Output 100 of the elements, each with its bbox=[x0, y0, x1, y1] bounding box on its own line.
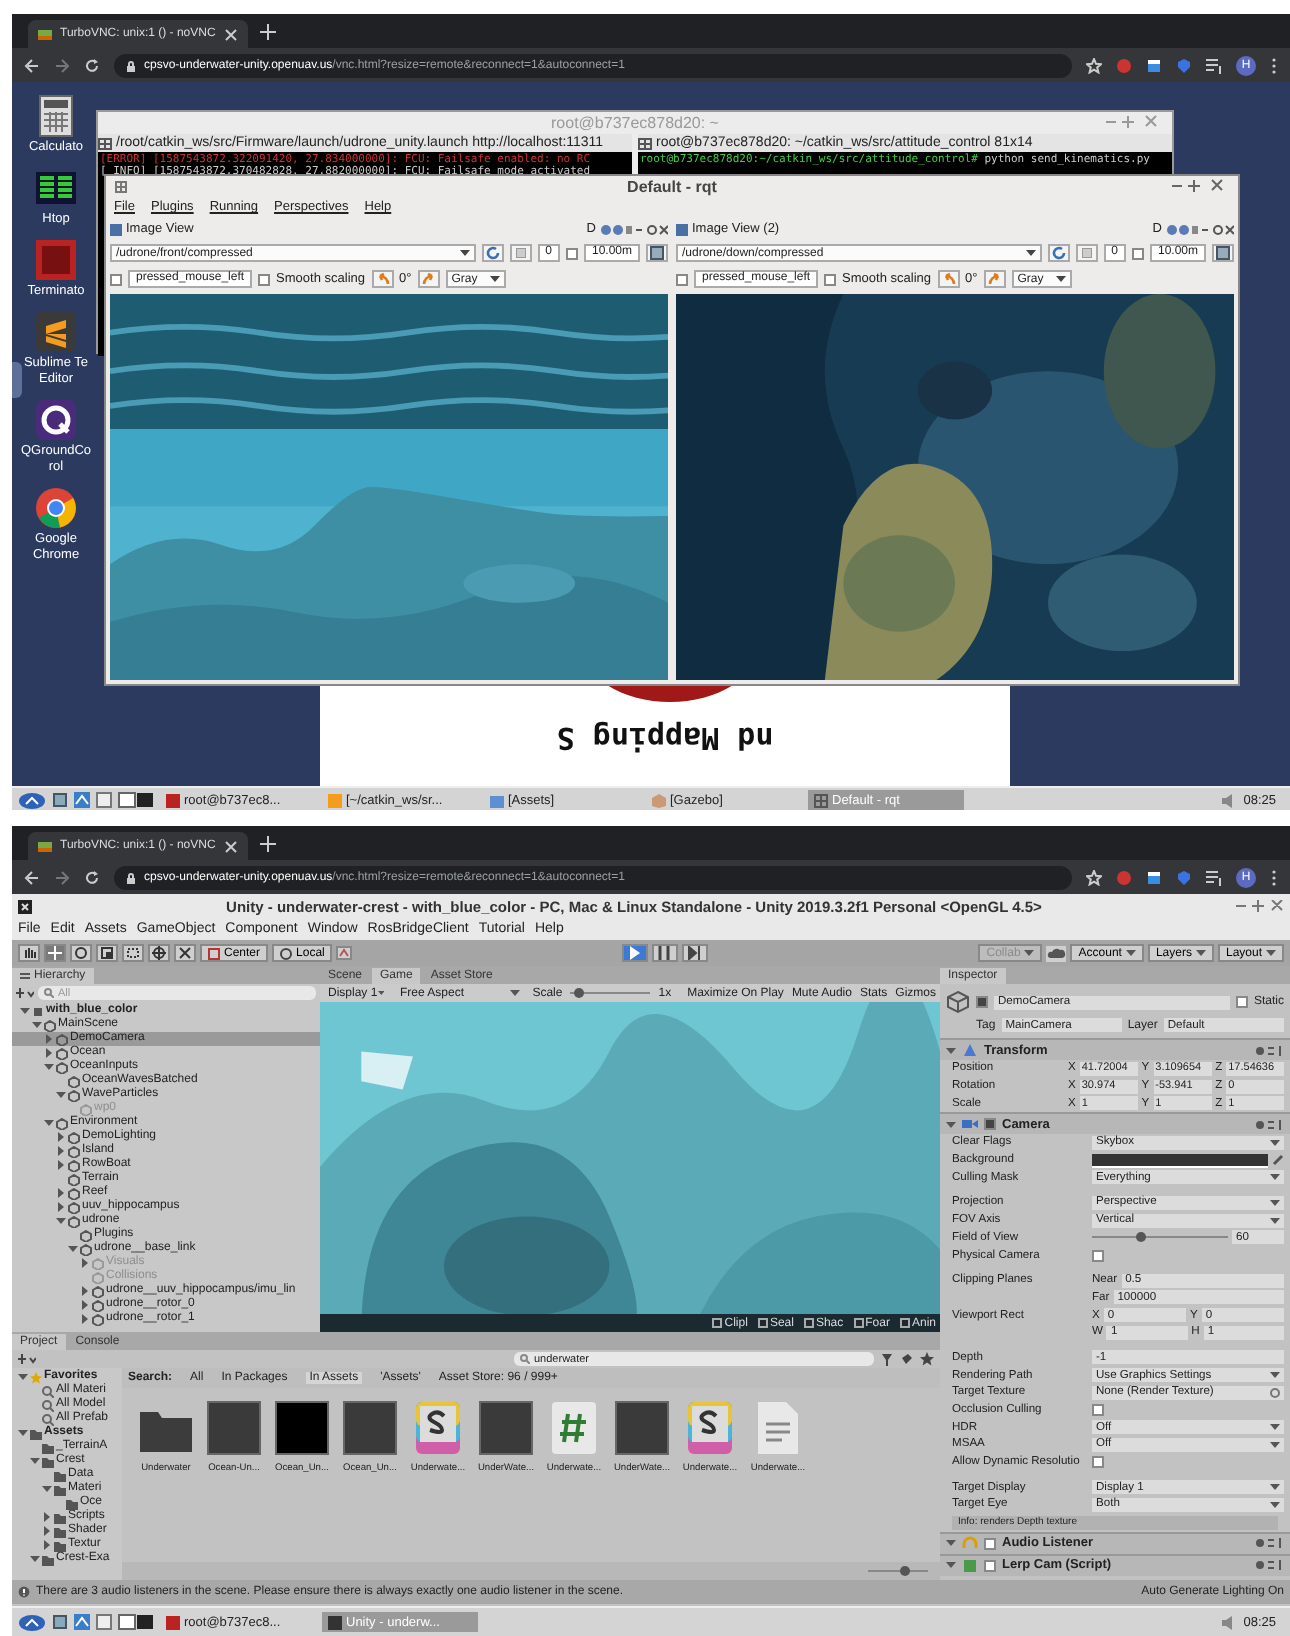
expanded-arrow-icon[interactable] bbox=[30, 1456, 40, 1466]
tool-button[interactable] bbox=[44, 944, 66, 962]
checkbox[interactable] bbox=[984, 1118, 996, 1131]
checkbox[interactable] bbox=[984, 1537, 996, 1550]
thumbnail-icon[interactable] bbox=[342, 1400, 398, 1456]
folder-icon[interactable] bbox=[52, 1614, 68, 1630]
shield-icon[interactable] bbox=[1176, 869, 1192, 885]
workspace-icon[interactable] bbox=[118, 792, 154, 808]
record-icon[interactable] bbox=[1116, 57, 1132, 73]
refresh-button[interactable] bbox=[1047, 244, 1070, 262]
forward-icon[interactable] bbox=[54, 869, 70, 885]
rotate-right-button[interactable] bbox=[983, 270, 1006, 288]
volume-icon[interactable] bbox=[1221, 1615, 1238, 1629]
tool-button[interactable] bbox=[96, 944, 118, 962]
checkbox[interactable] bbox=[1092, 1404, 1104, 1417]
calculator-icon[interactable] bbox=[33, 94, 78, 138]
back-icon[interactable] bbox=[24, 869, 40, 885]
thumbnail-icon[interactable] bbox=[614, 1400, 670, 1456]
thumbnail-icon[interactable] bbox=[206, 1400, 262, 1456]
checkbox[interactable] bbox=[110, 273, 122, 285]
tool-button[interactable] bbox=[18, 944, 40, 962]
star-icon[interactable] bbox=[1086, 869, 1102, 885]
expanded-arrow-icon[interactable] bbox=[946, 1119, 956, 1130]
new-tab-icon[interactable] bbox=[260, 835, 276, 851]
slider-thumb[interactable] bbox=[900, 1566, 910, 1576]
menu-icon[interactable] bbox=[1270, 57, 1278, 73]
reload-icon[interactable] bbox=[84, 869, 100, 885]
pause-button[interactable] bbox=[652, 944, 679, 962]
tool-button[interactable] bbox=[174, 944, 196, 962]
checkbox[interactable] bbox=[1092, 1456, 1104, 1469]
checkbox[interactable] bbox=[1131, 247, 1144, 259]
checkbox[interactable] bbox=[1092, 1249, 1104, 1262]
script-icon[interactable] bbox=[546, 1400, 602, 1456]
shader-icon[interactable] bbox=[682, 1400, 738, 1456]
window-controls-icon[interactable] bbox=[1236, 900, 1284, 912]
slider-thumb[interactable] bbox=[1135, 1232, 1146, 1243]
panel-tools-icon[interactable] bbox=[1166, 223, 1198, 235]
expanded-arrow-icon[interactable] bbox=[44, 1118, 54, 1128]
new-tab-icon[interactable] bbox=[260, 23, 276, 39]
volume-icon[interactable] bbox=[1221, 793, 1238, 807]
expanded-arrow-icon[interactable] bbox=[68, 1244, 78, 1254]
expanded-arrow-icon[interactable] bbox=[42, 1484, 52, 1494]
play-button[interactable] bbox=[622, 944, 649, 962]
checkbox[interactable] bbox=[1235, 996, 1248, 1008]
checkbox[interactable] bbox=[824, 273, 837, 285]
thumbnail-icon[interactable] bbox=[274, 1400, 330, 1456]
expanded-arrow-icon[interactable] bbox=[56, 1216, 66, 1226]
thumbnail-icon[interactable] bbox=[478, 1400, 534, 1456]
target-icon[interactable] bbox=[33, 398, 78, 442]
expanded-arrow-icon[interactable] bbox=[18, 1372, 28, 1382]
queue-icon[interactable] bbox=[1206, 869, 1222, 885]
component-menu-icon[interactable] bbox=[1256, 1119, 1284, 1130]
expanded-arrow-icon[interactable] bbox=[44, 1062, 54, 1072]
window-icon[interactable] bbox=[1146, 57, 1162, 73]
reload-icon[interactable] bbox=[84, 57, 100, 73]
rotate-left-button[interactable] bbox=[371, 270, 393, 288]
panel-controls-icon[interactable] bbox=[636, 223, 668, 235]
back-icon[interactable] bbox=[24, 57, 40, 73]
window-icon[interactable] bbox=[1146, 869, 1162, 885]
close-icon[interactable] bbox=[224, 27, 238, 41]
cloud-icon[interactable] bbox=[1046, 945, 1067, 961]
record-icon[interactable] bbox=[1116, 869, 1132, 885]
folder-icon[interactable] bbox=[52, 792, 68, 808]
toggle-button[interactable] bbox=[509, 244, 532, 262]
queue-icon[interactable] bbox=[1206, 57, 1222, 73]
checkbox[interactable] bbox=[676, 273, 688, 285]
star-icon[interactable] bbox=[920, 1352, 934, 1366]
save-button[interactable] bbox=[1212, 244, 1234, 262]
add-icon[interactable] bbox=[18, 1353, 36, 1365]
close-icon[interactable] bbox=[224, 839, 238, 853]
color-swatch[interactable] bbox=[1092, 1153, 1268, 1168]
workspace-icon[interactable] bbox=[118, 1614, 154, 1630]
checkbox[interactable] bbox=[565, 247, 578, 259]
star-icon[interactable] bbox=[1086, 57, 1102, 73]
save-button[interactable] bbox=[646, 244, 668, 262]
grid-icon[interactable] bbox=[34, 166, 78, 210]
start-icon[interactable] bbox=[18, 1613, 46, 1631]
checkbox[interactable] bbox=[976, 996, 988, 1008]
expanded-arrow-icon[interactable] bbox=[56, 1090, 66, 1100]
forward-icon[interactable] bbox=[54, 57, 70, 73]
rotate-right-button[interactable] bbox=[417, 270, 440, 288]
refresh-button[interactable] bbox=[481, 244, 504, 262]
checkbox[interactable] bbox=[984, 1559, 996, 1572]
component-menu-icon[interactable] bbox=[1256, 1538, 1284, 1549]
slider-thumb[interactable] bbox=[574, 988, 585, 998]
add-icon[interactable] bbox=[16, 987, 34, 999]
rotate-left-button[interactable] bbox=[937, 270, 959, 288]
shader-icon[interactable] bbox=[410, 1400, 466, 1456]
expanded-arrow-icon[interactable] bbox=[30, 1554, 40, 1564]
start-icon[interactable] bbox=[18, 791, 46, 809]
tool-button[interactable] bbox=[70, 944, 92, 962]
browser-icon[interactable] bbox=[34, 486, 78, 530]
expanded-arrow-icon[interactable] bbox=[946, 1045, 956, 1055]
tool-button[interactable] bbox=[122, 944, 144, 962]
tool-button[interactable] bbox=[148, 944, 170, 962]
eyedropper-icon[interactable] bbox=[1272, 1154, 1284, 1167]
step-button[interactable] bbox=[682, 944, 709, 962]
panel-tools-icon[interactable] bbox=[600, 223, 632, 235]
sidebar-handle[interactable] bbox=[12, 362, 22, 398]
expanded-arrow-icon[interactable] bbox=[18, 1428, 28, 1438]
